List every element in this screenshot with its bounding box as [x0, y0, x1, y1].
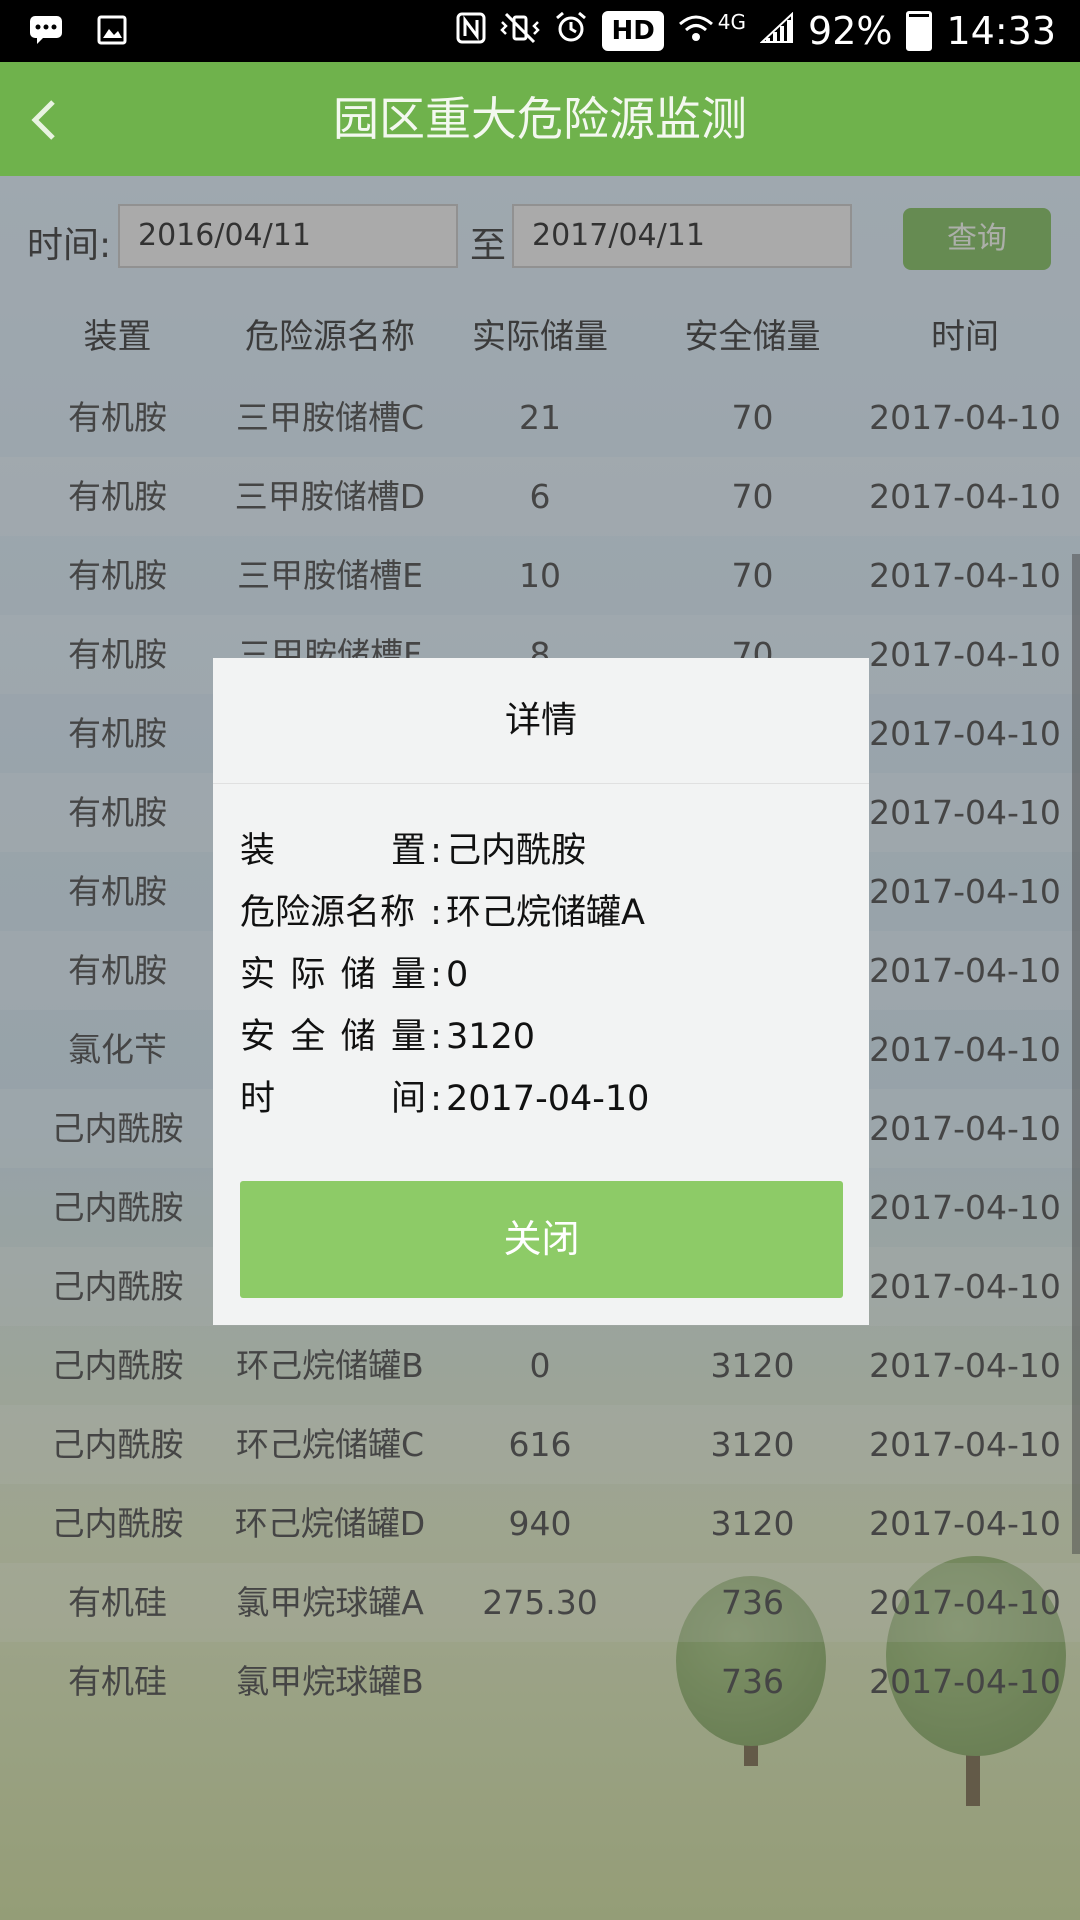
page-title: 园区重大危险源监测 — [333, 92, 747, 146]
detail-label: 装置 — [240, 831, 426, 871]
chat-bubble-icon — [26, 10, 66, 50]
detail-value: 3120 — [446, 1017, 536, 1057]
battery-icon — [906, 11, 933, 51]
detail-row-time: 时间 :2017-04-10 — [240, 1068, 649, 1130]
detail-row-actual-storage: 实际储量 :0 — [240, 944, 468, 1006]
image-icon — [92, 10, 132, 50]
detail-value: 2017-04-10 — [446, 1079, 650, 1119]
detail-label: 危险源名称 — [240, 893, 416, 933]
network-type: 4G — [717, 10, 747, 34]
hd-badge: HD — [602, 11, 664, 51]
detail-value: 环己烷储罐A — [446, 893, 645, 933]
battery-percent: 92% — [808, 9, 893, 53]
wifi-icon — [678, 9, 714, 53]
detail-label: 时间 — [240, 1079, 426, 1119]
detail-label: 实际储量 — [240, 955, 426, 995]
detail-value: 己内酰胺 — [446, 831, 587, 871]
close-button[interactable]: 关闭 — [240, 1181, 843, 1298]
alarm-icon — [554, 9, 588, 53]
detail-row-source-name: 危险源名称: 环己烷储罐A — [240, 882, 645, 944]
detail-value: 0 — [446, 955, 469, 995]
detail-row-safe-storage: 安全储量 :3120 — [240, 1006, 535, 1068]
signal-icon — [759, 9, 794, 53]
detail-label: 安全储量 — [240, 1017, 426, 1057]
clock-time: 14:33 — [946, 9, 1056, 53]
mute-vibrate-icon — [500, 9, 541, 53]
status-bar: HD 4G 92% 14:33 — [0, 0, 1080, 62]
detail-row-device: 装置 : 己内酰胺 — [240, 820, 586, 882]
dialog-title: 详情 — [213, 658, 869, 784]
app-bar: 园区重大危险源监测 — [0, 62, 1080, 176]
detail-dialog: 详情 装置 : 己内酰胺 危险源名称: 环己烷储罐A 实际储量 :0 安全储量 :3… — [213, 658, 869, 1325]
nfc-icon — [456, 9, 486, 53]
